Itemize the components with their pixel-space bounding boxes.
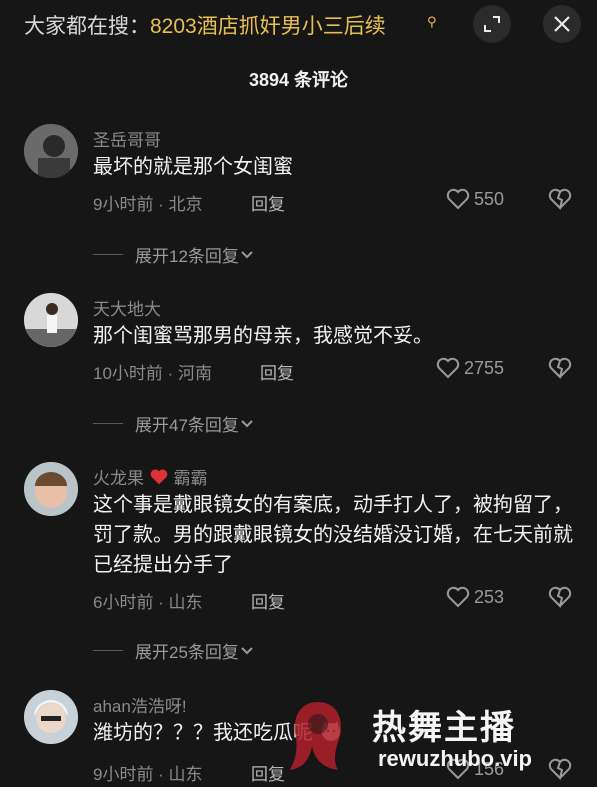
comment-meta: 9小时前 · 北京 [93,195,203,214]
close-icon [554,16,570,32]
avatar[interactable] [24,124,78,178]
trending-search-prefix: 大家都在搜： [24,15,150,38]
reply-button[interactable]: 回复 [251,760,285,785]
close-button[interactable] [543,5,581,43]
broken-heart-icon[interactable] [548,188,572,210]
comment-text: 这个事是戴眼镜女的有案底，动手打人了，被拘留了，罚了款。男的跟戴眼镜女的没结婚没… [93,494,573,576]
divider [93,423,123,424]
like-button[interactable]: 2755 [436,357,504,379]
divider [93,254,123,255]
username[interactable]: ahan浩浩呀! [93,692,187,717]
avatar[interactable] [24,690,78,744]
comment-text-content: 潍坊的？？？我还吃瓜呢 [93,722,313,744]
broken-heart-icon[interactable] [548,586,572,608]
comment-meta: 6小时前 · 山东 [93,593,203,612]
comment-meta: 9小时前 · 山东 [93,765,203,784]
watermark: 热舞主播 rewuzhubo.vip [282,696,597,787]
watermark-url: rewuzhubo.vip [378,746,532,771]
heart-outline-icon [446,188,470,210]
comment-count-title: 3894 条评论 [248,70,349,90]
like-count: 2755 [464,357,505,378]
like-count: 253 [474,586,505,607]
reply-button[interactable]: 回复 [251,588,285,613]
expand-replies-label: 展开25条回复 [135,643,239,662]
username[interactable]: 火龙果 霸霸 [93,464,207,489]
expand-replies-label: 展开47条回复 [135,416,239,435]
red-heart-emoji-icon [150,469,168,485]
comment-text: 最坏的就是那个女闺蜜 [93,156,293,178]
heart-outline-icon [446,586,470,608]
avatar[interactable] [24,462,78,516]
trending-search-term[interactable]: 8203酒店抓奸男小三后续 [150,15,386,38]
chevron-down-icon [241,646,253,654]
heart-outline-icon [436,357,460,379]
comment-meta: 10小时前 · 河南 [93,364,213,383]
expand-replies[interactable]: 展开47条回复 [93,411,255,436]
top-bar: 大家都在搜：8203酒店抓奸男小三后续 ⚲ [0,0,597,50]
watermark-title: 热舞主播 [372,709,516,747]
reply-button[interactable]: 回复 [251,190,285,215]
reply-button[interactable]: 回复 [260,359,294,384]
comment-text: 那个闺蜜骂那男的母亲，我感觉不妥。 [93,325,433,347]
trending-search[interactable]: 大家都在搜：8203酒店抓奸男小三后续 [24,10,386,40]
search-icon: ⚲ [427,14,437,29]
username-suffix: 霸霸 [173,469,208,488]
like-button[interactable]: 550 [446,188,504,210]
like-button[interactable]: 253 [446,586,504,608]
username[interactable]: 天大地大 [93,295,161,320]
watermark-logo [290,702,342,770]
expand-replies[interactable]: 展开25条回复 [93,638,255,663]
chevron-down-icon [241,419,253,427]
expand-replies[interactable]: 展开12条回复 [93,242,255,267]
chevron-down-icon [241,250,253,258]
divider [93,650,123,651]
avatar[interactable] [24,293,78,347]
like-count: 550 [474,188,505,209]
broken-heart-icon[interactable] [548,357,572,379]
username-text: 火龙果 [93,469,144,488]
expand-button[interactable] [473,5,511,43]
expand-replies-label: 展开12条回复 [135,247,239,266]
username[interactable]: 圣岳哥哥 [93,126,161,151]
expand-icon [484,16,500,32]
